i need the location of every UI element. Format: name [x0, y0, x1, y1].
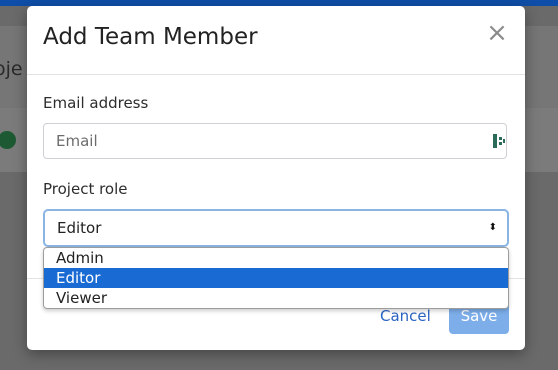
close-icon[interactable]: ×: [485, 20, 509, 46]
selected-role: Editor: [57, 219, 102, 237]
role-option-editor[interactable]: Editor: [44, 268, 508, 288]
modal-header: Add Team Member ×: [27, 6, 525, 75]
select-arrow-icon: ⬍: [488, 222, 497, 233]
project-role-label: Project role: [43, 180, 128, 198]
project-role-select[interactable]: Editor ⬍: [43, 209, 509, 247]
role-option-admin[interactable]: Admin: [44, 248, 508, 268]
password-manager-icon[interactable]: [493, 134, 505, 148]
email-field[interactable]: [43, 123, 507, 159]
cancel-button[interactable]: Cancel: [380, 307, 431, 325]
email-label: Email address: [43, 94, 149, 112]
modal-title: Add Team Member: [43, 24, 258, 50]
role-options-list: Admin Editor Viewer: [43, 247, 509, 309]
role-option-viewer[interactable]: Viewer: [44, 288, 508, 308]
background-partial-title: oje: [0, 58, 23, 80]
